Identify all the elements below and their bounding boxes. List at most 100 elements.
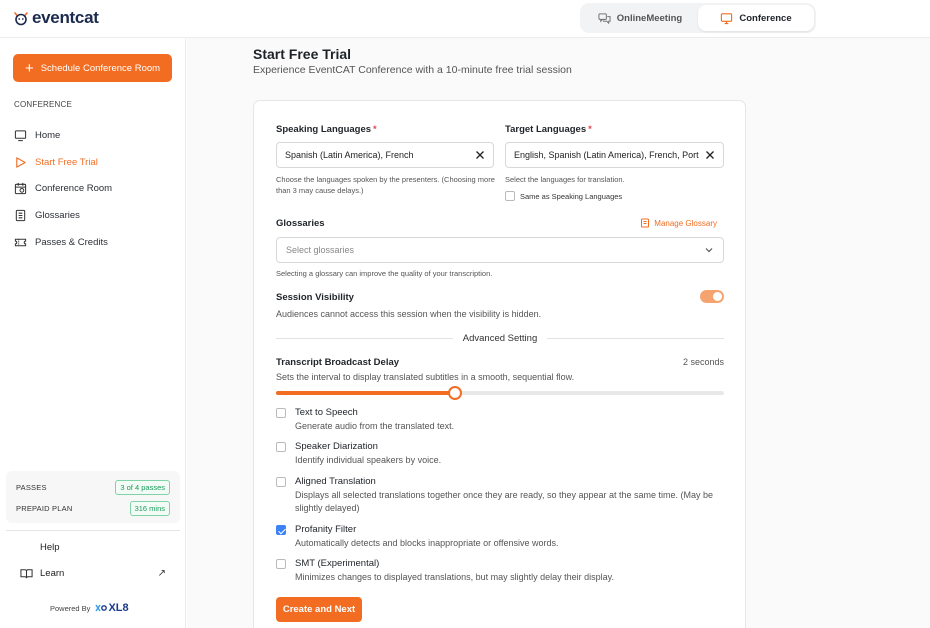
- target-languages-help: Select the languages for translation.: [505, 175, 625, 184]
- divider-line: [547, 338, 725, 339]
- prepaid-badge: 316 mins: [129, 501, 170, 516]
- tab-online-meeting-label: OnlineMeeting: [616, 12, 683, 24]
- learn-link[interactable]: Learn ↗: [20, 567, 166, 580]
- powered-by-label: Powered By: [50, 603, 91, 613]
- page-title: Start Free Trial: [253, 46, 352, 62]
- passes-card: PASSES 3 of 4 passes PREPAID PLAN 316 mi…: [6, 471, 180, 523]
- sidebar-item-conference-room[interactable]: Conference Room: [14, 176, 179, 203]
- slider-fill: [276, 391, 456, 395]
- schedule-conference-room-button[interactable]: + Schedule Conference Room: [13, 54, 172, 82]
- top-bar: eventcat OnlineMeeting Conference: [0, 0, 930, 38]
- target-languages-label: Target Languages *: [505, 124, 592, 135]
- sidebar-item-start-free-trial[interactable]: Start Free Trial: [14, 149, 179, 176]
- trial-form-card: Speaking Languages * Spanish (Latin Ameri…: [253, 100, 746, 628]
- create-and-next-button[interactable]: Create and Next: [276, 597, 362, 622]
- monitor-icon: [14, 130, 27, 142]
- open-book-icon: [20, 569, 33, 579]
- mode-switch: OnlineMeeting Conference: [580, 3, 816, 33]
- option-description: Generate audio from the translated text.: [295, 421, 455, 431]
- passes-label: PASSES: [16, 483, 47, 492]
- glossaries-label: Glossaries: [276, 218, 325, 229]
- calendar-icon: [14, 183, 27, 195]
- section-label-conference: CONFERENCE: [14, 100, 73, 109]
- session-visibility-help: Audiences cannot access this session whe…: [276, 309, 542, 319]
- manage-glossary-link[interactable]: Manage Glossary: [640, 218, 717, 228]
- option-title: SMT (Experimental): [295, 558, 380, 569]
- same-as-label: Same as Speaking Languages: [520, 191, 623, 201]
- option-speaker-diarization[interactable]: Speaker Diarization Identify individual …: [276, 441, 726, 467]
- sidebar-item-home[interactable]: Home: [14, 122, 179, 149]
- play-icon: [16, 156, 26, 168]
- page-subtitle: Experience EventCAT Conference with a 10…: [253, 64, 572, 76]
- option-title: Aligned Translation: [295, 476, 376, 487]
- checkbox[interactable]: [276, 559, 286, 569]
- broadcast-delay-slider[interactable]: [276, 386, 724, 400]
- book-icon: [641, 218, 650, 228]
- checkbox[interactable]: [276, 525, 286, 535]
- sidebar-item-label: Start Free Trial: [35, 156, 98, 168]
- broadcast-delay-help: Sets the interval to display translated …: [276, 372, 575, 382]
- option-text: Text to Speech Generate audio from the t…: [295, 407, 454, 433]
- sidebar-item-label: Conference Room: [35, 183, 113, 195]
- speaking-languages-label-text: Speaking Languages: [276, 124, 372, 135]
- prepaid-label: PREPAID PLAN: [16, 504, 73, 513]
- session-visibility-toggle[interactable]: [700, 290, 724, 303]
- glossaries-placeholder: Select glossaries: [286, 245, 355, 255]
- checkbox[interactable]: [276, 408, 286, 418]
- prepaid-row: PREPAID PLAN 316 mins: [16, 501, 170, 516]
- checkbox[interactable]: [505, 191, 515, 201]
- speaking-languages-input[interactable]: Spanish (Latin America), French: [276, 142, 494, 168]
- powered-by: Powered By XL8: [50, 602, 129, 614]
- external-link-icon: ↗: [157, 568, 166, 579]
- option-smt-experimental[interactable]: SMT (Experimental) Minimizes changes to …: [276, 558, 726, 584]
- checkbox[interactable]: [276, 442, 286, 452]
- help-link[interactable]: Help: [40, 542, 60, 553]
- logo-text: eventcat: [32, 8, 99, 27]
- tab-online-meeting[interactable]: OnlineMeeting: [582, 5, 698, 31]
- advanced-setting-label: Advanced Setting: [462, 333, 538, 344]
- slider-thumb[interactable]: [448, 386, 463, 400]
- sidebar-item-label: Glossaries: [35, 210, 80, 222]
- monitor-icon: [721, 12, 733, 24]
- option-text: Profanity Filter Automatically detects a…: [295, 524, 558, 550]
- sidebar-item-label: Home: [35, 129, 61, 141]
- option-profanity-filter[interactable]: Profanity Filter Automatically detects a…: [276, 524, 726, 550]
- main-content: Start Free Trial Experience EventCAT Con…: [187, 38, 930, 628]
- passes-badge: 3 of 4 passes: [115, 480, 170, 495]
- clear-icon[interactable]: [705, 150, 715, 160]
- passes-row: PASSES 3 of 4 passes: [16, 480, 170, 495]
- learn-label: Learn: [40, 568, 65, 579]
- book-icon: [15, 210, 26, 222]
- sidebar-item-passes-credits[interactable]: Passes & Credits: [14, 229, 179, 256]
- schedule-button-label: Schedule Conference Room: [40, 62, 161, 74]
- sidebar-nav: Home Start Free Trial Conference Room Gl…: [14, 122, 179, 256]
- option-title: Text to Speech: [295, 407, 358, 418]
- tab-conference[interactable]: Conference: [698, 5, 814, 31]
- manage-glossary-label: Manage Glossary: [654, 218, 717, 228]
- same-as-speaking-checkbox[interactable]: Same as Speaking Languages: [505, 191, 622, 201]
- logo[interactable]: eventcat: [13, 8, 99, 28]
- ticket-icon: [14, 238, 27, 247]
- option-description: Identify individual speakers by voice.: [295, 455, 442, 465]
- clear-icon[interactable]: [475, 150, 485, 160]
- glossaries-select[interactable]: Select glossaries: [276, 237, 724, 263]
- sidebar-divider: [6, 530, 180, 531]
- option-text-to-speech[interactable]: Text to Speech Generate audio from the t…: [276, 407, 726, 433]
- option-aligned-translation[interactable]: Aligned Translation Displays all selecte…: [276, 476, 726, 514]
- checkbox[interactable]: [276, 477, 286, 487]
- session-visibility-label: Session Visibility: [276, 292, 354, 303]
- speaking-languages-help: Choose the languages spoken by the prese…: [276, 175, 495, 195]
- chat-bubbles-icon: [598, 12, 611, 24]
- advanced-setting-divider: Advanced Setting: [276, 333, 725, 344]
- target-languages-input[interactable]: English, Spanish (Latin America), French…: [505, 142, 724, 168]
- option-title: Profanity Filter: [295, 524, 357, 535]
- tab-conference-label: Conference: [739, 12, 792, 24]
- option-description: Minimizes changes to displayed translati…: [295, 572, 614, 582]
- sidebar-item-glossaries[interactable]: Glossaries: [14, 202, 179, 229]
- required-mark: *: [373, 124, 377, 135]
- xl8-mark-icon: [95, 604, 108, 612]
- chevron-down-icon: [705, 248, 713, 253]
- broadcast-delay-label: Transcript Broadcast Delay: [276, 357, 400, 368]
- option-text: Aligned Translation Displays all selecte…: [295, 476, 726, 514]
- xl8-logo: XL8: [95, 602, 129, 614]
